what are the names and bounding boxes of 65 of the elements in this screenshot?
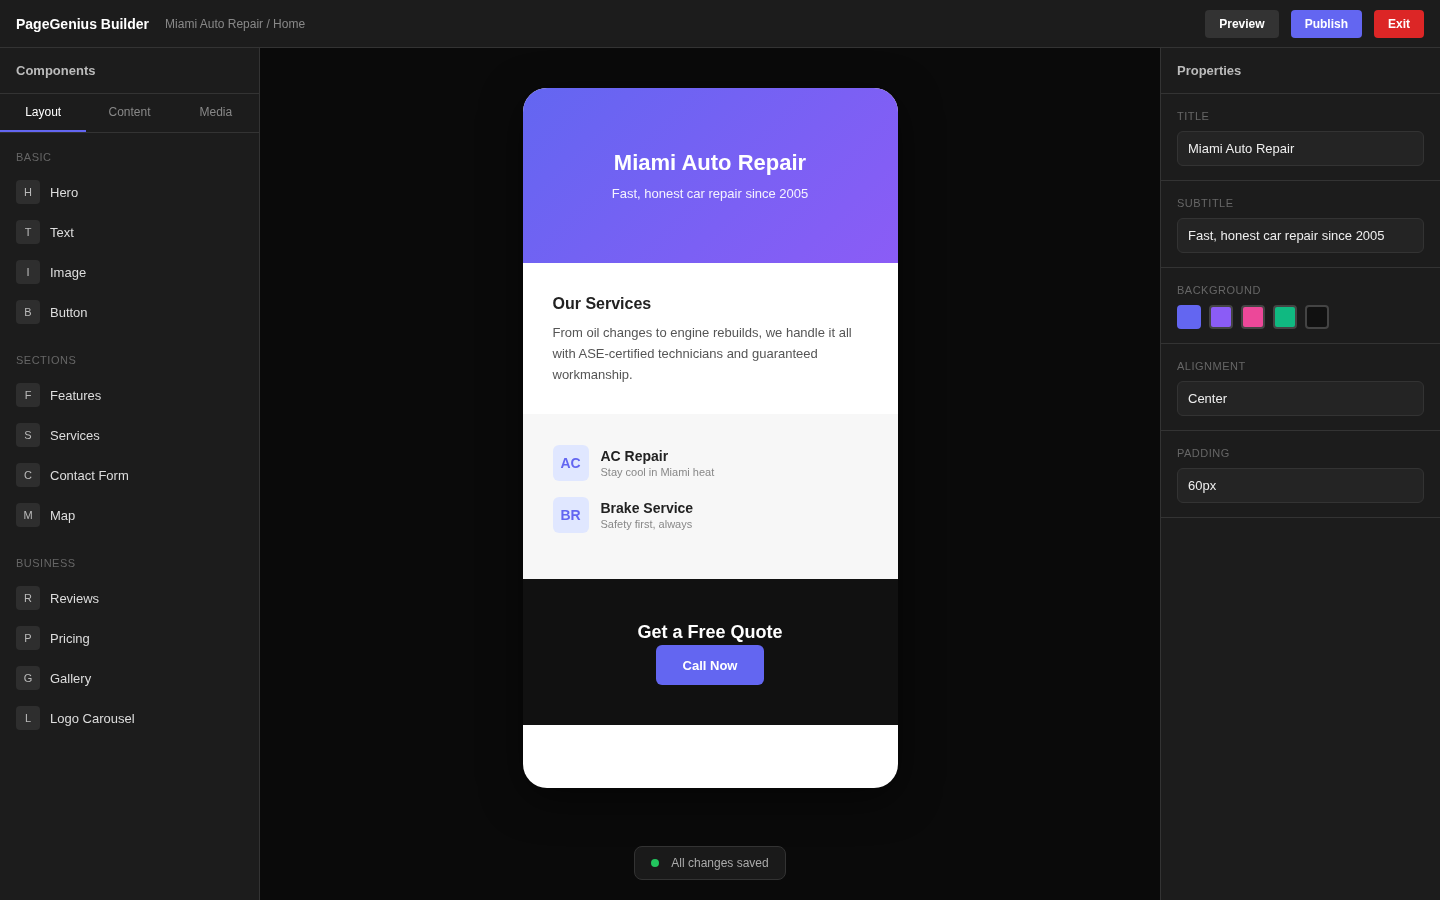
color-swatch-icon[interactable] (1305, 305, 1329, 329)
service-description: Safety first, always (600, 518, 694, 530)
panel-title: Components (0, 48, 259, 94)
preview-button[interactable]: Preview (1205, 9, 1279, 38)
hero-subtitle: Fast, honest car repair since 2005 (611, 186, 809, 201)
field-label: ALIGNMENT (1177, 360, 1247, 373)
group-label: SECTIONS (16, 354, 78, 367)
group-label: BASIC (16, 151, 53, 164)
tab[interactable]: Layout (0, 94, 87, 132)
component-label[interactable]: Gallery (50, 670, 92, 686)
letter-badge: P (16, 626, 40, 650)
letter-badge: B (16, 300, 40, 324)
status-text: All changes saved (671, 856, 769, 870)
component-label[interactable]: Text (50, 224, 74, 240)
component-label[interactable]: Image (50, 264, 87, 280)
publish-button[interactable]: Publish (1290, 9, 1362, 38)
text-field[interactable]: 60px (1177, 468, 1424, 503)
letter-badge: R (16, 586, 40, 610)
component-label[interactable]: Services (50, 427, 100, 443)
breadcrumb: Miami Auto Repair / Home (165, 16, 306, 31)
letter-badge: I (16, 260, 40, 284)
field-label: PADDING (1177, 447, 1231, 460)
text-field[interactable]: Fast, honest car repair since 2005 (1177, 218, 1424, 253)
component-label[interactable]: Pricing (50, 630, 90, 646)
component-label[interactable]: Features (50, 387, 102, 403)
letter-badge: F (16, 383, 40, 407)
cta-heading: Get a Free Quote (637, 621, 783, 643)
field-label: TITLE (1177, 110, 1211, 123)
color-swatch-icon[interactable] (1273, 305, 1297, 329)
component-label[interactable]: Button (50, 304, 88, 320)
component-label[interactable]: Logo Carousel (50, 710, 135, 726)
letter-badge: S (16, 423, 40, 447)
section-heading: Our Services (552, 294, 653, 314)
status-dot-icon (651, 859, 660, 867)
hero-title: Miami Auto Repair (613, 150, 807, 176)
service-title: Brake Service (600, 500, 694, 516)
letter-badge: L (16, 706, 40, 730)
color-swatch-icon[interactable] (1241, 305, 1265, 329)
call-button[interactable]: Call Now (656, 645, 764, 685)
tab[interactable]: Content (86, 94, 173, 132)
service-title: AC Repair (600, 448, 670, 464)
color-swatch-icon[interactable] (1177, 305, 1201, 329)
component-label[interactable]: Map (50, 507, 76, 523)
component-label[interactable]: Contact Form (50, 467, 129, 483)
service-description: Stay cool in Miami heat (600, 466, 715, 478)
letter-badge: H (16, 180, 40, 204)
initials-badge: BR (552, 497, 589, 533)
field-label: SUBTITLE (1177, 197, 1235, 210)
letter-badge: G (16, 666, 40, 690)
component-label[interactable]: Hero (50, 184, 79, 200)
letter-badge: M (16, 503, 40, 527)
exit-button[interactable]: Exit (1374, 9, 1424, 38)
group-label: BUSINESS (16, 557, 77, 570)
panel-title: Properties (1161, 48, 1440, 94)
field-label: BACKGROUND (1177, 284, 1262, 297)
section-paragraph: From oil changes to engine rebuilds, we handle it all with ASE-certified technicians and guaranteed workmanship. (552, 324, 853, 384)
text-field[interactable]: Center (1177, 381, 1424, 416)
letter-badge: C (16, 463, 40, 487)
app-logo: PageGenius Builder (16, 15, 150, 32)
tab[interactable]: Media (172, 94, 259, 132)
letter-badge: T (16, 220, 40, 244)
text-field[interactable]: Miami Auto Repair (1177, 131, 1424, 166)
component-label[interactable]: Reviews (50, 590, 100, 606)
initials-badge: AC (552, 445, 589, 481)
color-swatch-icon[interactable] (1209, 305, 1233, 329)
